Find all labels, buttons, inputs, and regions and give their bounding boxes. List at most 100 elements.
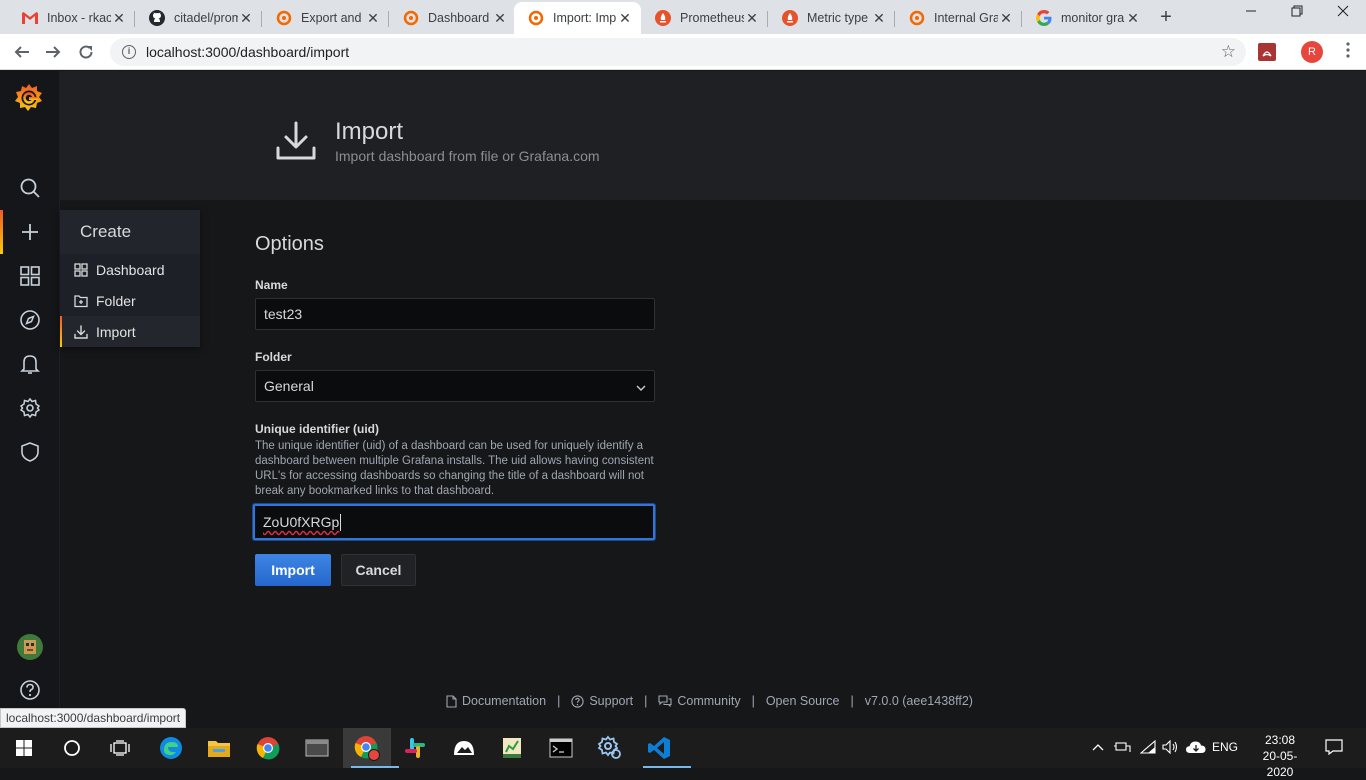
taskbar-clock[interactable]: 23:08 20-05-2020 (1250, 732, 1310, 780)
volume-icon[interactable] (1162, 739, 1180, 757)
profile-avatar[interactable]: R (1301, 41, 1323, 63)
browser-tab-active[interactable]: Import: Imp ✕ (514, 2, 641, 34)
grafana-icon (276, 10, 292, 26)
restore-button[interactable] (1274, 4, 1320, 28)
grafana-logo[interactable] (12, 81, 46, 120)
chrome-profile-icon[interactable] (351, 732, 399, 768)
configuration-icon[interactable] (0, 386, 60, 430)
grafana-icon (528, 10, 544, 26)
show-hidden-icons[interactable] (1092, 740, 1104, 754)
alerting-icon[interactable] (0, 342, 60, 386)
browser-menu-icon[interactable] (1342, 42, 1354, 64)
address-bar[interactable]: i localhost:3000/dashboard/import ☆ (110, 38, 1246, 66)
editor-app-icon[interactable] (496, 732, 528, 764)
folder-field-group: Folder General (255, 350, 657, 402)
chrome-icon[interactable] (252, 732, 284, 764)
avatar[interactable] (0, 625, 60, 669)
dashboards-icon[interactable] (0, 254, 60, 298)
close-tab-icon[interactable]: ✕ (1125, 10, 1141, 27)
help-icon[interactable] (0, 668, 60, 712)
create-menu-item-dashboard[interactable]: Dashboard (60, 254, 200, 285)
search-icon[interactable] (0, 166, 60, 210)
vscode-icon[interactable] (643, 732, 691, 768)
browser-tab[interactable]: citadel/prom ✕ (135, 2, 262, 34)
browser-tab[interactable]: Inbox - rkac ✕ (8, 2, 135, 34)
name-input[interactable]: test23 (255, 298, 655, 330)
network-adapter-icon[interactable] (1114, 740, 1132, 757)
browser-tab[interactable]: Dashboard ✕ (389, 2, 516, 34)
create-menu-item-import[interactable]: Import (60, 316, 200, 347)
notification-center-icon[interactable] (1325, 739, 1343, 758)
cancel-button[interactable]: Cancel (341, 554, 416, 586)
footer-community-link[interactable]: Community (658, 694, 741, 708)
grafana-icon (403, 10, 419, 26)
close-tab-icon[interactable]: ✕ (111, 10, 127, 27)
close-window-button[interactable] (1320, 4, 1366, 28)
browser-tab[interactable]: Internal Gra ✕ (895, 2, 1022, 34)
prometheus-icon (655, 10, 671, 26)
uid-input[interactable]: ZoU0fXRGp (253, 504, 655, 540)
plus-icon[interactable] (0, 210, 60, 254)
browser-tab-strip: Inbox - rkac ✕ citadel/prom ✕ Export and… (0, 0, 1366, 34)
file-explorer-icon[interactable] (203, 732, 235, 764)
photos-app-icon[interactable] (448, 732, 480, 764)
command-prompt-icon[interactable] (545, 732, 577, 764)
footer-support-link[interactable]: Support (571, 694, 633, 708)
folder-select[interactable]: General (255, 370, 655, 402)
reload-button[interactable] (74, 40, 98, 64)
question-circle-icon (571, 694, 584, 708)
input-language-indicator[interactable]: ENG (1212, 740, 1238, 754)
url-text[interactable]: localhost:3000/dashboard/import (146, 44, 1221, 60)
link-status-bubble: localhost:3000/dashboard/import (0, 708, 187, 728)
forward-button[interactable] (41, 40, 65, 64)
clock-date: 20-05-2020 (1262, 749, 1298, 779)
browser-toolbar: i localhost:3000/dashboard/import ☆ R (0, 34, 1366, 70)
wifi-icon[interactable] (1139, 739, 1156, 757)
app-window-icon[interactable] (301, 732, 333, 764)
browser-tab[interactable]: monitor gra ✕ (1022, 2, 1149, 34)
bookmark-star-icon[interactable]: ☆ (1221, 42, 1236, 62)
new-tab-button[interactable]: + (1155, 6, 1177, 29)
close-tab-icon[interactable]: ✕ (238, 10, 254, 27)
back-button[interactable] (10, 40, 34, 64)
close-tab-icon[interactable]: ✕ (492, 10, 508, 27)
uid-input-value: ZoU0fXRGp (263, 514, 340, 530)
text-cursor (340, 513, 342, 531)
minimize-button[interactable] (1228, 4, 1274, 28)
settings-gear-icon[interactable] (594, 732, 626, 764)
create-menu-item-folder[interactable]: Folder (60, 285, 200, 316)
import-icon (73, 324, 89, 340)
close-tab-icon[interactable]: ✕ (365, 10, 381, 27)
slack-icon[interactable] (399, 732, 431, 764)
browser-tab[interactable]: Export and ✕ (262, 2, 389, 34)
google-icon (1036, 10, 1052, 26)
pdf-extension-icon[interactable] (1258, 43, 1276, 61)
github-icon (149, 10, 165, 26)
create-menu-header[interactable]: Create (60, 210, 200, 254)
shield-icon[interactable] (0, 430, 60, 474)
browser-tab[interactable]: Prometheus ✕ (641, 2, 768, 34)
footer-documentation-link[interactable]: Documentation (446, 694, 546, 708)
close-tab-icon[interactable]: ✕ (871, 10, 887, 27)
chevron-down-icon (636, 378, 646, 394)
close-tab-icon[interactable]: ✕ (744, 10, 760, 27)
uid-field-group: Unique identifier (uid) The unique ident… (253, 422, 657, 540)
explore-icon[interactable] (0, 298, 60, 342)
task-view-icon[interactable] (104, 732, 136, 764)
footer-open-source-link[interactable]: Open Source (766, 694, 840, 708)
info-icon[interactable]: i (122, 45, 136, 59)
grafana-app: Import Import dashboard from file or Gra… (0, 71, 1366, 728)
options-heading: Options (255, 233, 324, 255)
name-label: Name (255, 278, 288, 292)
browser-tab[interactable]: Metric type ✕ (768, 2, 895, 34)
page-header: Import Import dashboard from file or Gra… (60, 71, 1366, 200)
folder-label: Folder (255, 350, 292, 364)
onedrive-cloud-icon[interactable] (1186, 740, 1206, 757)
edge-browser-icon[interactable] (155, 732, 187, 764)
windows-start-icon[interactable] (8, 732, 40, 764)
close-tab-icon[interactable]: ✕ (998, 10, 1014, 27)
import-button[interactable]: Import (255, 554, 331, 586)
cortana-search-icon[interactable] (56, 732, 88, 764)
close-tab-icon[interactable]: ✕ (617, 10, 633, 27)
side-menu (0, 71, 60, 728)
